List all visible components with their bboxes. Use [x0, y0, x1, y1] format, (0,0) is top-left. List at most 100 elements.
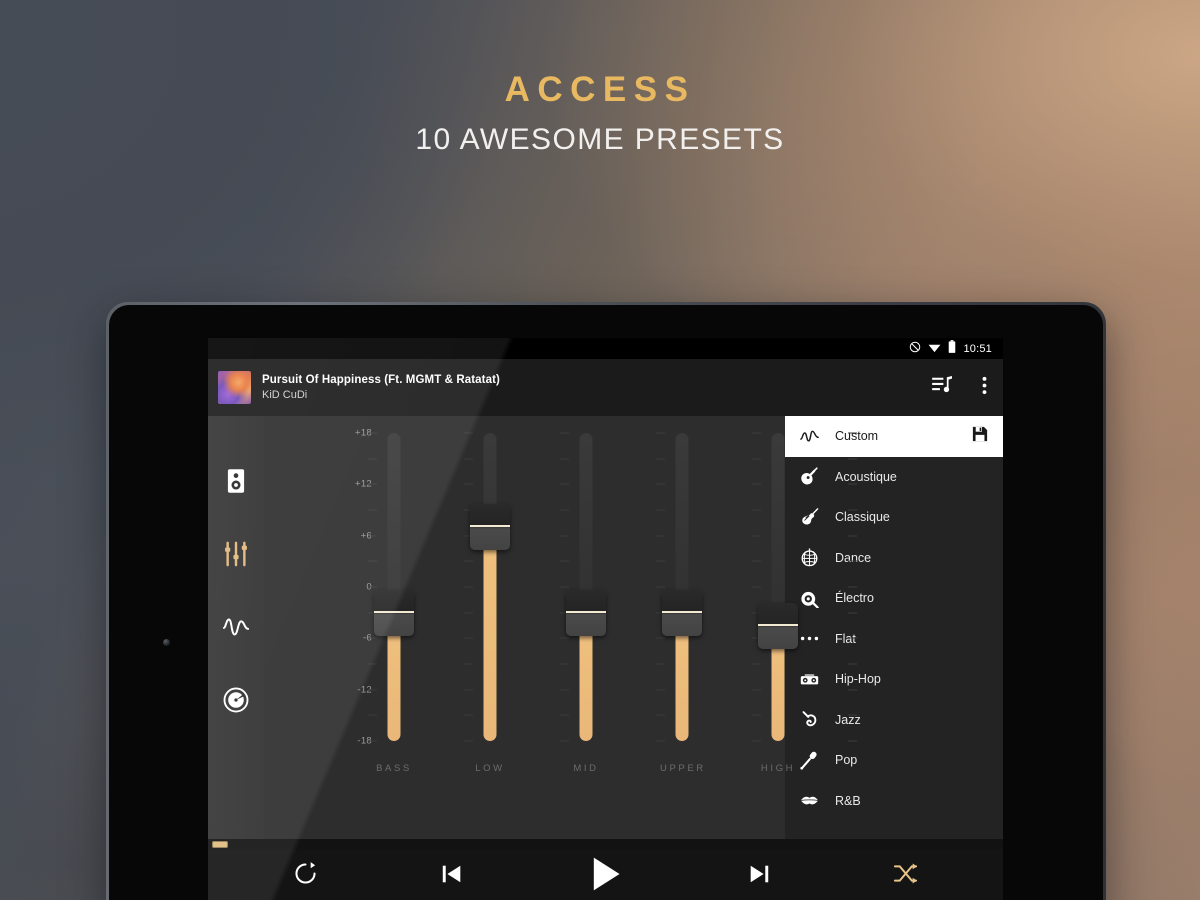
next-track-button[interactable]: [747, 862, 771, 891]
preset-label: Classique: [835, 510, 890, 525]
repeat-button[interactable]: [293, 861, 318, 891]
eq-slider-knob[interactable]: [470, 504, 510, 551]
eq-band-label: UPPER: [660, 763, 706, 774]
eq-tick: [848, 432, 857, 434]
waveform-icon[interactable]: [221, 612, 251, 642]
eq-tick: [848, 483, 857, 485]
preset-item-jazz[interactable]: Jazz: [785, 700, 1003, 741]
equalizer-icon[interactable]: [221, 539, 251, 569]
eq-tick: [848, 586, 857, 588]
eq-slider-fill: [483, 527, 497, 741]
preset-item-hip-hop[interactable]: Hip-Hop: [785, 659, 1003, 700]
promo-title: ACCESS: [504, 70, 696, 109]
eq-scale-label: -18: [357, 735, 372, 747]
knob-gauge-icon[interactable]: [221, 685, 251, 715]
eq-tick: [848, 689, 857, 691]
eq-band[interactable]: HIGH: [756, 416, 800, 774]
seek-progress-handle[interactable]: [212, 841, 228, 848]
eq-band-label: MID: [573, 763, 599, 774]
eq-slider-knob[interactable]: [566, 589, 606, 636]
eq-tick: [848, 509, 857, 511]
vinyl-record-icon: [800, 589, 819, 608]
equalizer-panel: +18 +12 +6 0 -6 -12 -18 BASS LOW MID UPPER HIGH: [264, 416, 857, 839]
wifi-icon: [928, 340, 941, 358]
front-camera: [163, 639, 170, 646]
preset-label: R&B: [835, 793, 861, 808]
preset-item-custom[interactable]: Custom: [785, 416, 1003, 457]
seek-bar[interactable]: [208, 839, 1003, 849]
preset-label: Acoustique: [835, 469, 897, 484]
eq-scale-label: +18: [354, 427, 372, 439]
transport-controls: [208, 849, 1003, 900]
tablet-screen: 10:51 Pursuit Of Happiness (Ft. MGMT & R…: [208, 338, 1003, 900]
eq-scale-label: -12: [357, 684, 372, 696]
preset-label: Hip-Hop: [835, 672, 881, 687]
eq-slider-knob[interactable]: [374, 589, 414, 636]
eq-tick: [848, 560, 857, 562]
eq-tick: [848, 637, 857, 639]
repeat-icon: [293, 861, 318, 891]
preset-label: Pop: [835, 753, 858, 768]
battery-icon: [948, 339, 956, 358]
track-title: Pursuit Of Happiness (Ft. MGMT & Ratatat…: [262, 374, 500, 386]
playlist-queue-icon[interactable]: [932, 375, 953, 400]
play-icon: [586, 855, 624, 898]
preset-item-dance[interactable]: Dance: [785, 538, 1003, 579]
tablet-device: 10:51 Pursuit Of Happiness (Ft. MGMT & R…: [106, 302, 1106, 900]
track-artist: KiD CuDi: [262, 389, 308, 401]
left-toolbar: [208, 416, 264, 839]
preset-item-flat[interactable]: Flat: [785, 619, 1003, 660]
disco-ball-icon: [800, 548, 819, 567]
previous-icon: [440, 862, 464, 891]
play-button[interactable]: [586, 855, 624, 898]
eq-scale-label: -6: [338, 633, 372, 644]
shuffle-button[interactable]: [893, 861, 918, 891]
eq-tick: [848, 535, 857, 537]
tablet-bezel: 10:51 Pursuit Of Happiness (Ft. MGMT & R…: [109, 305, 1103, 900]
microphone-icon: [800, 751, 819, 770]
status-bar: 10:51: [208, 338, 1003, 359]
speaker-icon[interactable]: [221, 466, 251, 496]
eq-tick-column: [848, 416, 857, 742]
boombox-icon: [800, 672, 819, 686]
status-time: 10:51: [963, 342, 992, 355]
eq-band[interactable]: BASS: [372, 416, 416, 774]
acoustic-guitar-icon: [800, 467, 819, 486]
eq-band[interactable]: LOW: [468, 416, 512, 774]
violin-icon: [800, 507, 819, 527]
shuffle-icon: [893, 861, 918, 891]
eq-scale-label: +6: [360, 530, 372, 542]
eq-band[interactable]: MID: [564, 416, 608, 774]
album-art-thumbnail[interactable]: [218, 371, 251, 404]
overflow-menu-icon[interactable]: [982, 376, 987, 400]
eq-tick: [848, 458, 857, 460]
promo-subtitle: 10 AWESOME PRESETS: [415, 123, 785, 156]
eq-slider-knob[interactable]: [662, 589, 702, 636]
eq-scale-label: 0: [338, 582, 372, 593]
preset-item-classique[interactable]: Classique: [785, 497, 1003, 538]
eq-tick: [848, 663, 857, 665]
previous-track-button[interactable]: [440, 862, 464, 891]
three-dots-icon: [800, 635, 819, 642]
preset-list: Custom Acoustique Classique Dance Électro Fla…: [785, 416, 1003, 839]
custom-waveform-icon: [800, 429, 819, 444]
next-icon: [747, 862, 771, 891]
lips-icon: [800, 795, 819, 806]
do-not-disturb-icon: [909, 340, 921, 358]
preset-item-r-b[interactable]: R&B: [785, 781, 1003, 822]
saxophone-icon: [800, 710, 819, 729]
eq-tick: [848, 740, 857, 742]
eq-tick: [848, 714, 857, 716]
now-playing-header: Pursuit Of Happiness (Ft. MGMT & Ratatat…: [208, 359, 1003, 416]
promo-headline-block: ACCESS 10 AWESOME PRESETS: [0, 72, 1200, 155]
eq-band[interactable]: UPPER: [660, 416, 704, 774]
preset-item-lectro[interactable]: Électro: [785, 578, 1003, 619]
save-floppy-icon[interactable]: [972, 426, 988, 447]
eq-slider-knob[interactable]: [758, 602, 798, 649]
preset-item-acoustique[interactable]: Acoustique: [785, 457, 1003, 498]
main-body: +18 +12 +6 0 -6 -12 -18 BASS LOW MID UPPER HIGH Cus…: [208, 416, 1003, 839]
preset-item-pop[interactable]: Pop: [785, 740, 1003, 781]
eq-tick: [848, 612, 857, 614]
eq-band-label: HIGH: [760, 763, 796, 774]
eq-band-label: LOW: [475, 763, 505, 774]
